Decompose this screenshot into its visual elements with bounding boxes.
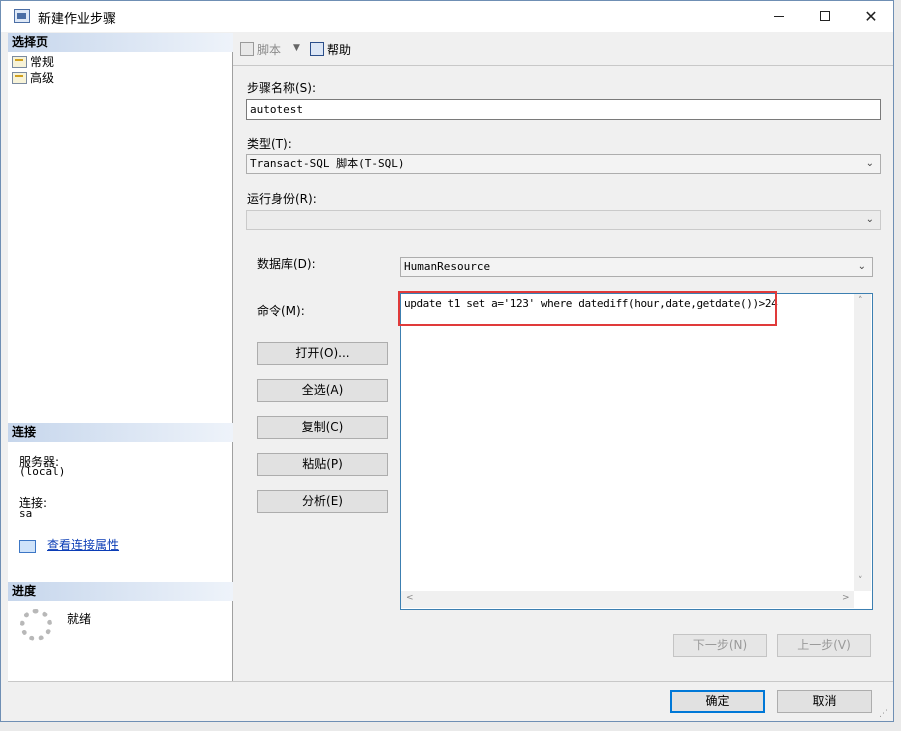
scroll-down-icon[interactable]: ˅ (858, 576, 863, 586)
help-label: 帮助 (327, 43, 352, 57)
maximize-icon (820, 11, 830, 21)
step-name-input[interactable]: autotest (246, 99, 881, 120)
background-window-bottom (0, 722, 901, 731)
previous-step-button[interactable]: 上一步(V) (777, 634, 871, 657)
scroll-right-icon[interactable]: > (842, 593, 850, 603)
server-value: (local) (19, 465, 66, 478)
scroll-up-icon[interactable]: ˄ (858, 296, 863, 306)
resize-grip-icon[interactable]: ⋰ (879, 709, 888, 719)
close-icon: ✕ (864, 7, 878, 26)
database-label: 数据库(D): (257, 257, 316, 271)
page-item-advanced[interactable]: 高级 (12, 70, 54, 86)
progress-spinner-icon (20, 609, 52, 641)
paste-button[interactable]: 粘贴(P) (257, 453, 388, 476)
scroll-left-icon[interactable]: < (406, 593, 414, 603)
minimize-button[interactable] (756, 1, 802, 32)
select-all-button[interactable]: 全选(A) (257, 379, 388, 402)
progress-status: 就绪 (67, 612, 92, 626)
progress-header: 进度 (8, 582, 233, 601)
properties-page-icon (12, 56, 27, 68)
help-button[interactable]: 帮助 (310, 41, 351, 58)
command-editor[interactable]: update t1 set a='123' where datediff(hou… (400, 293, 873, 610)
close-button[interactable]: ✕ (848, 1, 894, 32)
footer-divider (8, 681, 893, 682)
ok-button[interactable]: 确定 (670, 690, 765, 713)
toolbar: 脚本 ▼ 帮助 (233, 33, 893, 65)
page-item-general[interactable]: 常规 (12, 54, 54, 70)
properties-page-icon (12, 72, 27, 84)
view-connection-properties-link[interactable]: 查看连接属性 (47, 536, 119, 553)
title-bar[interactable]: 新建作业步骤 ✕ (1, 1, 893, 32)
select-page-header: 选择页 (8, 33, 233, 52)
script-dropdown-icon[interactable]: ▼ (293, 43, 300, 53)
type-select[interactable]: Transact-SQL 脚本(T-SQL) ⌄ (246, 154, 881, 174)
run-as-label: 运行身份(R): (247, 192, 317, 206)
dialog-window: 新建作业步骤 ✕ 选择页 常规 高级 连接 服务器: (local) 连接: s… (0, 0, 894, 722)
run-as-select[interactable]: ⌄ (246, 210, 881, 230)
window-title: 新建作业步骤 (38, 12, 117, 27)
page-item-label: 高级 (30, 71, 55, 85)
connection-properties-icon (19, 540, 36, 553)
command-label: 命令(M): (257, 304, 305, 318)
help-icon (310, 42, 324, 56)
command-horizontal-scrollbar[interactable]: < > (401, 591, 854, 608)
chevron-down-icon: ⌄ (865, 158, 874, 169)
connection-value: sa (19, 507, 33, 520)
copy-button[interactable]: 复制(C) (257, 416, 388, 439)
chevron-down-icon: ⌄ (857, 261, 866, 272)
script-button[interactable]: 脚本 (240, 41, 281, 58)
step-name-label: 步骤名称(S): (247, 81, 317, 95)
toolbar-divider (233, 65, 893, 66)
parse-button[interactable]: 分析(E) (257, 490, 388, 513)
database-select-value: HumanResource (404, 260, 491, 273)
chevron-down-icon: ⌄ (865, 214, 874, 225)
left-pane: 选择页 常规 高级 连接 服务器: (local) 连接: sa 查看连接属性 … (8, 33, 233, 681)
next-step-button[interactable]: 下一步(N) (673, 634, 767, 657)
connection-header: 连接 (8, 423, 233, 442)
maximize-button[interactable] (802, 1, 848, 32)
page-item-label: 常规 (30, 55, 55, 69)
script-label: 脚本 (257, 43, 282, 57)
app-icon (14, 9, 30, 23)
type-select-value: Transact-SQL 脚本(T-SQL) (250, 157, 405, 170)
cancel-button[interactable]: 取消 (777, 690, 872, 713)
background-window-edge (894, 0, 901, 731)
command-highlight-box (398, 291, 777, 326)
database-select[interactable]: HumanResource ⌄ (400, 257, 873, 277)
command-vertical-scrollbar[interactable]: ˄ ˅ (854, 294, 871, 591)
open-button[interactable]: 打开(O)... (257, 342, 388, 365)
script-icon (240, 42, 254, 56)
minimize-icon (774, 15, 784, 17)
type-label: 类型(T): (247, 137, 292, 151)
